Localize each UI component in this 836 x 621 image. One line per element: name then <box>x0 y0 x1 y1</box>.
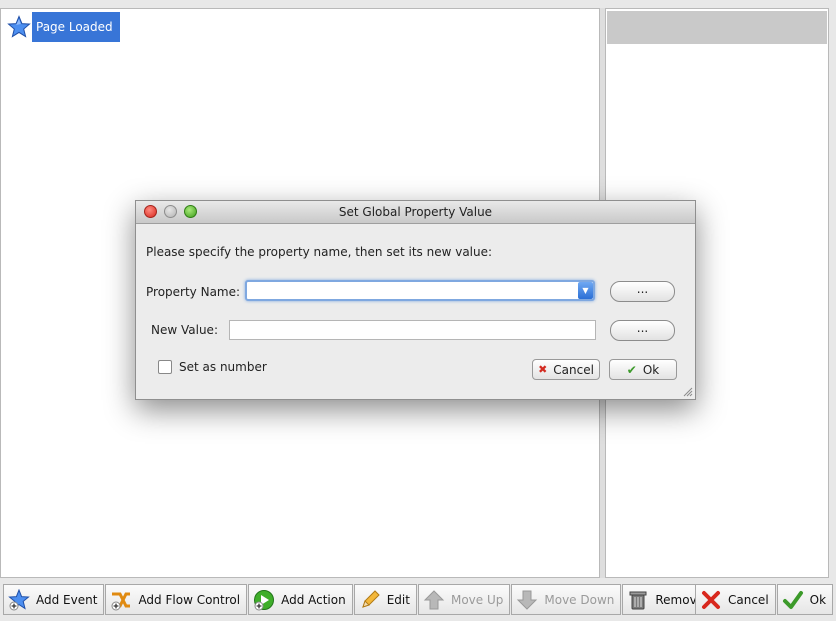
ok-label: Ok <box>809 592 827 607</box>
add-action-icon <box>254 589 275 610</box>
arrow-down-icon <box>517 590 538 610</box>
move-down-label: Move Down <box>544 592 615 607</box>
cancel-x-icon: ✖ <box>538 363 548 376</box>
properties-panel-header <box>607 11 827 44</box>
bottom-toolbar: Add Event Add Flow Control Add Action Ed… <box>3 584 712 615</box>
red-x-icon <box>702 590 720 609</box>
pencil-icon <box>361 589 380 608</box>
arrow-up-icon <box>423 589 445 609</box>
add-action-label: Add Action <box>281 592 346 607</box>
dialog-ok-label: Ok <box>642 362 660 377</box>
property-name-label: Property Name: <box>146 285 241 299</box>
move-up-button[interactable]: Move Up <box>417 584 511 615</box>
add-flow-control-button[interactable]: Add Flow Control <box>105 584 248 615</box>
window-zoom-button[interactable] <box>184 205 197 218</box>
new-value-label: New Value: <box>151 323 218 337</box>
set-as-number-row[interactable]: Set as number <box>158 360 267 374</box>
add-event-icon <box>8 588 30 610</box>
move-up-label: Move Up <box>450 592 504 607</box>
trash-icon <box>629 591 647 609</box>
dialog-ok-button[interactable]: ✔ Ok <box>609 359 677 380</box>
window-minimize-button[interactable] <box>164 205 177 218</box>
window-close-button[interactable] <box>144 205 157 218</box>
star-icon <box>7 15 31 38</box>
property-name-browse-button[interactable]: ... <box>610 281 675 302</box>
dialog-title-bar[interactable]: Set Global Property Value <box>136 201 695 224</box>
dialog-title: Set Global Property Value <box>338 205 493 219</box>
set-global-property-dialog: Set Global Property Value Please specify… <box>135 200 696 400</box>
new-value-browse-button[interactable]: ... <box>610 320 675 341</box>
move-down-button[interactable]: Move Down <box>511 584 622 615</box>
green-check-icon <box>782 590 803 609</box>
edit-button[interactable]: Edit <box>353 584 417 615</box>
add-event-label: Add Event <box>36 592 98 607</box>
add-flow-control-label: Add Flow Control <box>138 592 241 607</box>
bottom-toolbar-right: Cancel Ok <box>695 584 834 615</box>
set-as-number-label: Set as number <box>179 360 267 374</box>
add-event-button[interactable]: Add Event <box>3 584 105 615</box>
cancel-button[interactable]: Cancel <box>695 584 776 615</box>
ok-check-icon: ✔ <box>626 362 637 377</box>
edit-label: Edit <box>386 592 410 607</box>
new-value-field[interactable] <box>229 320 596 340</box>
window-controls <box>144 205 204 218</box>
tree-node-page-loaded[interactable]: Page Loaded <box>7 12 120 42</box>
property-name-combobox[interactable]: ▼ <box>245 280 595 301</box>
set-as-number-checkbox[interactable] <box>158 360 172 374</box>
ok-button[interactable]: Ok <box>776 584 834 615</box>
add-action-button[interactable]: Add Action <box>248 584 353 615</box>
dialog-cancel-button[interactable]: ✖ Cancel <box>532 359 600 380</box>
chevron-down-icon[interactable]: ▼ <box>578 282 593 299</box>
dialog-cancel-label: Cancel <box>553 362 594 377</box>
tree-node-label: Page Loaded <box>32 12 120 42</box>
dialog-prompt: Please specify the property name, then s… <box>146 245 493 259</box>
cancel-label: Cancel <box>728 592 769 607</box>
flow-control-icon <box>111 592 131 610</box>
resize-grip-icon[interactable] <box>683 387 693 397</box>
